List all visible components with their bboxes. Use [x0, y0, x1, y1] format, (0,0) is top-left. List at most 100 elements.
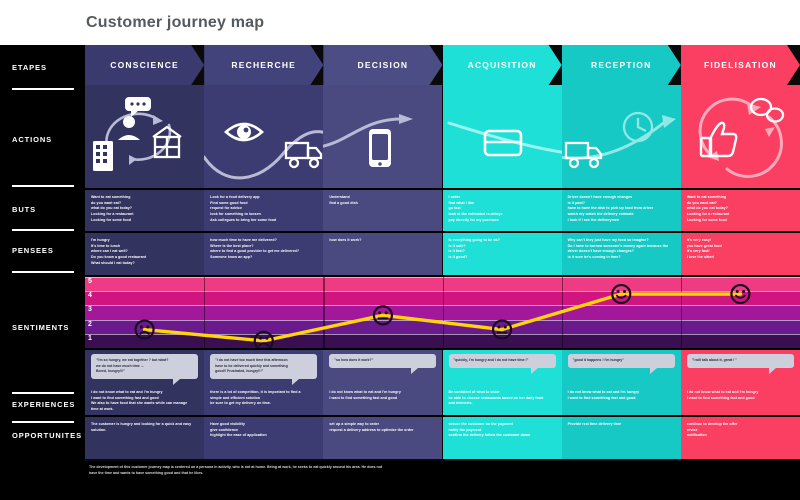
pensees-text: I'm hungry It's time to lunch where can I … [91, 238, 198, 266]
text-line: and interests. [448, 401, 473, 406]
actions-cell-acquisition [442, 85, 562, 188]
decision-action-illustration [323, 114, 414, 167]
actions-cell-recherche [204, 85, 324, 188]
arrow-head-icon [764, 127, 775, 137]
actions-cell-fidelisation [680, 85, 800, 188]
pensees-text: how does it work? [329, 238, 436, 244]
note-text: I do not know what to eat and I'm hungry… [568, 390, 675, 401]
text-line: time at work. [91, 407, 114, 412]
conscience-action-illustration [93, 97, 182, 171]
experience-note: I do not know what to eat and I'm hungry… [568, 390, 675, 401]
experience-speech-bubble: "good it happens ! I'm hungry" [567, 354, 675, 374]
text-line: Someone know an app? [210, 255, 253, 260]
sentiment-line-plot [134, 283, 751, 348]
arrow-head-icon [661, 115, 676, 128]
experience-note: there is a lot of competition, it is imp… [210, 390, 317, 407]
text-line: "so how does it work?" [334, 358, 374, 362]
experiences-cell-recherche: "I do not have too much time this aftern… [204, 350, 324, 415]
stage-label: CONSCIENCE [110, 60, 179, 70]
experience-speech-bubble: "I will talk about it, great ! " [686, 354, 794, 374]
rail-divider [12, 185, 74, 187]
text-line: Ask collegues to bring her some food [210, 217, 277, 222]
stage-decision[interactable]: DECISION [323, 45, 442, 85]
note-text: I do not know what to eat and I'm hungry… [329, 390, 436, 401]
text-line: is it sure he's coming in time? [567, 255, 621, 260]
row-gap [85, 415, 800, 417]
buts-cell-reception: Driver doesn't have enough changes is it … [561, 190, 681, 231]
opportunites-text: continue to develop the offer revise notif… [687, 422, 794, 439]
rail-divider [12, 271, 74, 273]
text-line: "good it happens ! I'm hungry" [572, 358, 624, 362]
experience-note: Be confident of what to order be able to … [449, 390, 556, 407]
footer-text: The development of this customer journey… [89, 465, 383, 476]
opportunites-text: set up a simple way to order request a de… [329, 422, 436, 433]
row-gap [85, 188, 800, 190]
text-line: I love the sitter! [686, 255, 715, 260]
reception-action-illustration [561, 111, 676, 169]
text-line: highlight the ease of application [210, 433, 267, 438]
pensees-cell-acquisition: is everything going to be ok? is it safe?… [442, 233, 562, 275]
row-gap [85, 348, 800, 350]
row-buts: Want to eat something do you want eat? wha… [85, 190, 800, 231]
note-text: there is a lot of competition, it is imp… [210, 390, 317, 407]
office-building-icon [93, 141, 113, 171]
experience-speech-bubble: "quickly, I'm hungry and I do not have t… [448, 354, 556, 374]
experiences-cell-conscience: "I'm so hungry, we eat together ? but wh… [85, 350, 205, 415]
text-line: find a good dish [329, 200, 358, 205]
rail-divider [12, 392, 74, 394]
row-pensees: I'm hungry It's time to lunch where can I … [85, 233, 800, 275]
arrow-head-icon [153, 115, 163, 125]
experience-speech-bubble: "I do not have too much time this aftern… [210, 354, 318, 385]
rail-label: PENSEES [12, 246, 54, 255]
stage-conscience[interactable]: CONSCIENCE [85, 45, 204, 85]
buts-cell-decision: Understand find a good dish [323, 190, 443, 231]
stage-label: RECHERCHE [231, 60, 297, 70]
rail-label: ACTIONS [12, 135, 53, 144]
rail-label: ETAPES [12, 63, 47, 72]
text-line: I want to find something fast and good [686, 395, 755, 400]
bubble-text: "so how does it work?" [334, 358, 431, 364]
stage-fidelisation[interactable]: FIDELISATION [681, 45, 800, 85]
title-bar: Customer journey map [0, 0, 800, 45]
experience-note: I do not know what to eat and I'm hungry… [91, 390, 198, 413]
note-text: I do not know what to eat and I'm hungry… [687, 390, 794, 401]
bubble-text: "I will talk about it, great ! " [692, 358, 789, 364]
stage-acquisition[interactable]: ACQUISITION [443, 45, 562, 85]
opportunites-cell-decision: set up a simple way to order request a de… [323, 417, 443, 459]
pensees-cell-fidelisation: it's very easy! you have great food it's v… [680, 233, 800, 275]
rail-divider [12, 421, 74, 423]
rail-label: SENTIMENTS [12, 323, 70, 332]
actions-cell-conscience [85, 85, 205, 188]
row-experiences: "I'm so hungry, we eat together ? but wh… [85, 350, 800, 415]
pensees-text: how much time to have me delivered? Where… [210, 238, 317, 261]
stage-recherche[interactable]: RECHERCHE [204, 45, 323, 85]
acquisition-action-illustration [447, 121, 562, 157]
text-line: What should I eat today? [91, 260, 135, 265]
pensees-cell-decision: how does it work? [323, 233, 443, 275]
text-line: is it good? [448, 255, 468, 260]
opportunites-text: secure the customer on the payment notify… [449, 422, 556, 439]
text-line: solution. [91, 427, 107, 432]
buts-cell-recherche: Look for a food delivery app Find some go… [204, 190, 324, 231]
experience-speech-bubble: "so how does it work?" [329, 354, 437, 374]
stage-label: RECEPTION [591, 60, 652, 70]
rail-label: BUTS [12, 205, 37, 214]
text-line: Do I have to borrow someone's money agai… [567, 243, 669, 254]
buts-cell-acquisition: I order find what I like go fast look at th… [442, 190, 562, 231]
stage-reception[interactable]: RECEPTION [562, 45, 681, 85]
buts-text: Want to eat something do you want eat? wha… [91, 195, 198, 223]
experiences-cell-reception: "good it happens ! I'm hungry" I do not … [561, 350, 681, 415]
opportunites-cell-recherche: Have good visibility give confidence highl… [204, 417, 324, 459]
buts-text: I order find what I like go fast look at th… [449, 195, 556, 223]
page-title: Customer journey map [86, 14, 265, 31]
pensees-cell-recherche: how much time to have me delivered? Where… [204, 233, 324, 275]
journey-map-page: Customer journey map ETAPES ACTIONS BUTS… [0, 0, 800, 500]
actions-cell-decision [323, 85, 443, 188]
pensees-text: is everything going to be ok? is it safe?… [449, 238, 556, 261]
text-line: "I will talk about it, great ! " [691, 358, 737, 362]
pensees-cell-reception: Why can't they just have my food so imag… [561, 233, 681, 275]
text-line: notification [686, 433, 707, 438]
text-line: how does it work? [329, 238, 362, 242]
text-line: Looking for some food [686, 217, 727, 222]
pensees-cell-conscience: I'm hungry It's time to lunch where can I … [85, 233, 205, 275]
